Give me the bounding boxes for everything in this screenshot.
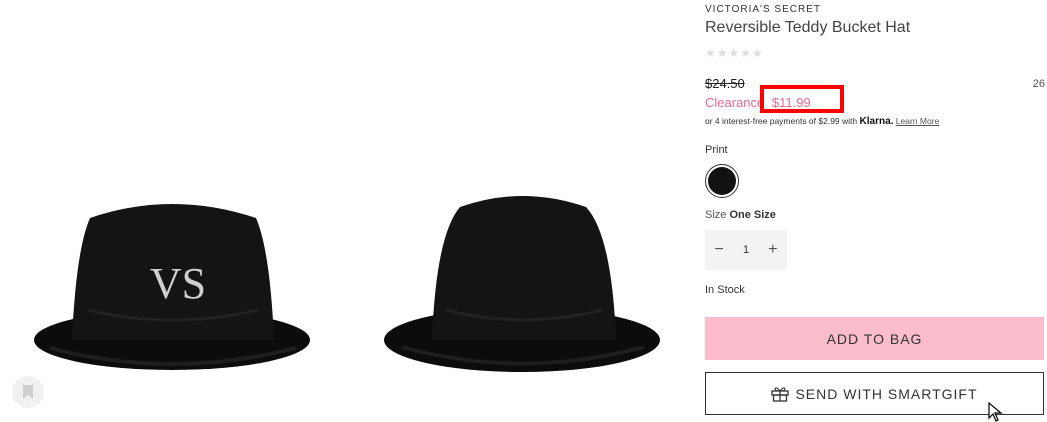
product-gallery: VS — [0, 0, 690, 421]
add-to-bag-label: ADD TO BAG — [826, 330, 923, 347]
rating-stars[interactable]: ★★★★★ — [705, 46, 764, 60]
size-value: One Size — [729, 209, 776, 221]
clearance-label: Clearance — [705, 95, 765, 110]
product-title: Reversible Teddy Bucket Hat — [705, 19, 911, 36]
svg-text:VS: VS — [150, 259, 206, 308]
klarna-text: or 4 interest-free payments of $2.99 wit… — [705, 116, 858, 126]
smartgift-label: SEND WITH SMARTGIFT — [795, 385, 978, 402]
mouse-cursor-icon — [988, 402, 1003, 422]
decrease-quantity-button[interactable]: − — [715, 241, 724, 259]
quantity-value: 1 — [742, 244, 750, 256]
brand-name: VICTORIA'S SECRET — [705, 4, 821, 15]
side-number: 26 — [1032, 78, 1045, 90]
add-to-bag-button[interactable]: ADD TO BAG — [705, 317, 1044, 360]
product-image-back[interactable] — [380, 185, 665, 380]
highlight-annotation — [760, 85, 844, 113]
product-details-panel: VICTORIA'S SECRET Reversible Teddy Bucke… — [705, 0, 1047, 421]
original-price: $24.50 — [705, 76, 745, 91]
size-line: Size One Size — [705, 209, 776, 221]
gift-icon — [771, 386, 790, 402]
color-swatch-black[interactable] — [705, 164, 739, 198]
print-label: Print — [705, 144, 728, 156]
bookmark-button[interactable] — [12, 376, 44, 408]
quantity-stepper: − 1 + — [705, 230, 787, 270]
stock-status: In Stock — [705, 284, 745, 296]
learn-more-link[interactable]: Learn More — [896, 116, 939, 126]
product-image-front[interactable]: VS — [30, 190, 315, 380]
swatch-fill — [708, 167, 736, 195]
klarna-payment-line: or 4 interest-free payments of $2.99 wit… — [705, 116, 939, 127]
bookmark-icon — [23, 385, 33, 399]
klarna-logo: Klarna. — [859, 116, 894, 127]
size-prefix: Size — [705, 209, 727, 221]
increase-quantity-button[interactable]: + — [768, 241, 777, 259]
